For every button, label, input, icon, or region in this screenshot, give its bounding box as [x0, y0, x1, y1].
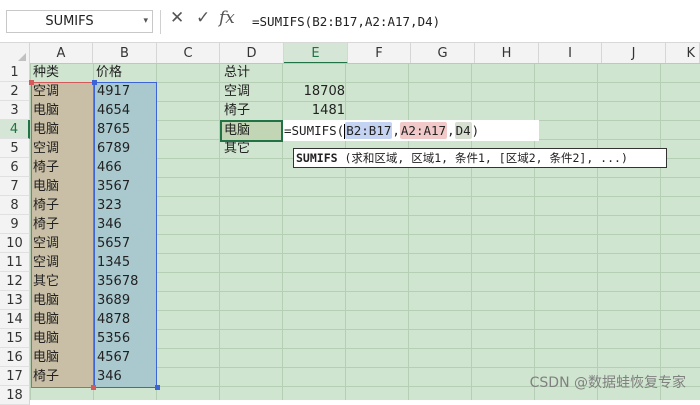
tooltip-arguments: (求和区域, 区域1, 条件1, [区域2, 条件2], ...): [337, 151, 628, 165]
cell-kind[interactable]: 电脑: [33, 348, 59, 367]
cell-price[interactable]: 466: [97, 158, 122, 177]
cell-kind[interactable]: 电脑: [33, 291, 59, 310]
summary-value[interactable]: 18708: [284, 82, 345, 101]
column-header-H[interactable]: H: [475, 43, 539, 64]
function-signature-tooltip[interactable]: SUMIFS (求和区域, 区域1, 条件1, [区域2, 条件2], ...): [293, 148, 667, 168]
column-header-E[interactable]: E: [284, 43, 348, 64]
cell-kind[interactable]: 椅子: [33, 215, 59, 234]
column-header-G[interactable]: G: [411, 43, 475, 64]
column-header-J[interactable]: J: [602, 43, 666, 64]
cell-B1[interactable]: 价格: [96, 63, 122, 82]
cell-kind[interactable]: 电脑: [33, 120, 59, 139]
cell-price[interactable]: 4917: [97, 82, 130, 101]
editor-arg-criteria-range[interactable]: A2:A17: [399, 122, 448, 139]
separator: [160, 10, 161, 34]
cell-price[interactable]: 4654: [97, 101, 130, 120]
row-header[interactable]: 18: [0, 386, 30, 405]
select-all-corner[interactable]: [0, 43, 30, 64]
column-header-B[interactable]: B: [93, 43, 157, 64]
cell-price[interactable]: 4878: [97, 310, 130, 329]
active-cell-D4[interactable]: 电脑: [220, 120, 283, 142]
name-box[interactable]: SUMIFS ▾: [6, 10, 153, 33]
row-header[interactable]: 9: [0, 215, 30, 234]
summary-label[interactable]: 椅子: [224, 101, 250, 120]
column-header-D[interactable]: D: [220, 43, 284, 64]
row-header[interactable]: 7: [0, 177, 30, 196]
editor-suffix: ): [471, 123, 480, 138]
name-box-value: SUMIFS: [45, 14, 94, 29]
formula-input[interactable]: =SUMIFS(B2:B17,A2:A17,D4): [250, 10, 700, 33]
cell-kind[interactable]: 椅子: [33, 158, 59, 177]
row-header[interactable]: 16: [0, 348, 30, 367]
row-header[interactable]: 15: [0, 329, 30, 348]
row-header[interactable]: 10: [0, 234, 30, 253]
cell-kind[interactable]: 电脑: [33, 310, 59, 329]
cancel-icon[interactable]: ✕: [170, 8, 184, 28]
cell-A1[interactable]: 种类: [33, 63, 59, 82]
cell-price[interactable]: 346: [97, 367, 122, 386]
formula-bar: SUMIFS ▾ ✕ ✓ fx =SUMIFS(B2:B17,A2:A17,D4…: [0, 0, 700, 42]
row-header[interactable]: 6: [0, 158, 30, 177]
cell-kind[interactable]: 空调: [33, 234, 59, 253]
column-header-C[interactable]: C: [157, 43, 220, 64]
cell-price[interactable]: 323: [97, 196, 122, 215]
chevron-down-icon[interactable]: ▾: [143, 11, 148, 32]
row-header[interactable]: 11: [0, 253, 30, 272]
editor-separator: ,: [392, 123, 400, 138]
summary-label: 电脑: [224, 123, 251, 138]
cell-price[interactable]: 346: [97, 215, 122, 234]
cell-kind[interactable]: 椅子: [33, 196, 59, 215]
cell-kind[interactable]: 空调: [33, 82, 59, 101]
in-cell-editor[interactable]: =SUMIFS(B2:B17,A2:A17,D4): [283, 120, 539, 141]
cell-kind[interactable]: 空调: [33, 253, 59, 272]
row-header-selected[interactable]: 4: [0, 120, 30, 139]
cell-price[interactable]: 6789: [97, 139, 130, 158]
insert-function-icon[interactable]: fx: [219, 8, 235, 28]
editor-prefix: =SUMIFS(: [284, 123, 345, 138]
cell-kind[interactable]: 电脑: [33, 329, 59, 348]
row-header[interactable]: 13: [0, 291, 30, 310]
column-header-I[interactable]: I: [539, 43, 602, 64]
summary-label[interactable]: 空调: [224, 82, 250, 101]
row-header[interactable]: 14: [0, 310, 30, 329]
cell-price[interactable]: 4567: [97, 348, 130, 367]
cell-kind[interactable]: 电脑: [33, 101, 59, 120]
cell-kind[interactable]: 空调: [33, 139, 59, 158]
column-header-F[interactable]: F: [348, 43, 411, 64]
tooltip-function-name[interactable]: SUMIFS: [296, 151, 338, 165]
summary-value[interactable]: 1481: [284, 101, 345, 120]
row-header[interactable]: 3: [0, 101, 30, 120]
row-header[interactable]: 1: [0, 63, 30, 82]
confirm-icon[interactable]: ✓: [196, 8, 210, 28]
cell-price[interactable]: 35678: [97, 272, 138, 291]
cell-price[interactable]: 5356: [97, 329, 130, 348]
row-header[interactable]: 17: [0, 367, 30, 386]
cell-price[interactable]: 8765: [97, 120, 130, 139]
cell-kind[interactable]: 其它: [33, 272, 59, 291]
cell-kind[interactable]: 电脑: [33, 177, 59, 196]
editor-separator: ,: [447, 123, 455, 138]
column-header-row: A B C D E F G H I J K: [0, 42, 700, 64]
range-handle[interactable]: [155, 385, 160, 390]
row-header[interactable]: 2: [0, 82, 30, 101]
column-header-K[interactable]: K: [666, 43, 700, 64]
editor-arg-criteria[interactable]: D4: [454, 122, 472, 139]
cell-price[interactable]: 5657: [97, 234, 130, 253]
range-handle[interactable]: [91, 385, 96, 390]
row-header[interactable]: 8: [0, 196, 30, 215]
cell-price[interactable]: 3567: [97, 177, 130, 196]
row-header[interactable]: 12: [0, 272, 30, 291]
watermark: CSDN @数据蛙恢复专家: [529, 375, 686, 391]
editor-arg-sum-range[interactable]: B2:B17: [345, 122, 393, 139]
cell-price[interactable]: 1345: [97, 253, 130, 272]
cell-kind[interactable]: 椅子: [33, 367, 59, 386]
column-header-A[interactable]: A: [30, 43, 93, 64]
cell-price[interactable]: 3689: [97, 291, 130, 310]
cell-D1[interactable]: 总计: [224, 63, 250, 82]
row-header[interactable]: 5: [0, 139, 30, 158]
